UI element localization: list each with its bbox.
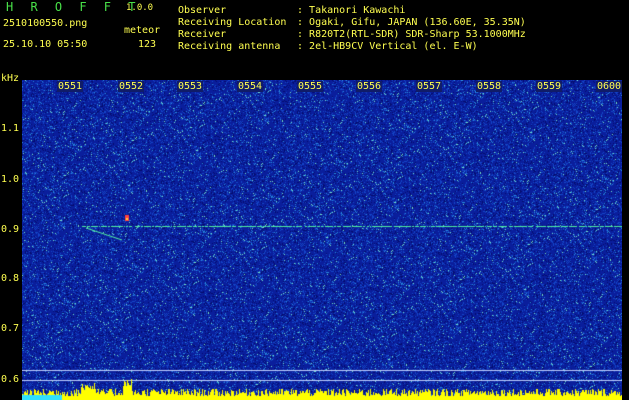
meteor-label: meteor <box>124 25 161 36</box>
x-tick-label: 0556 <box>356 81 383 92</box>
info-label: Receiver <box>178 29 227 40</box>
info-value: 2el-HB9CV Vertical (el. E-W) <box>309 41 478 52</box>
x-tick-label: 0554 <box>237 81 264 92</box>
info-row-location: Receiving Location: Ogaki, Gifu, JAPAN (… <box>178 17 526 28</box>
app-version: 1.0.0 <box>126 3 154 13</box>
x-tick-label: 0553 <box>177 81 204 92</box>
y-tick-label: 0.7 <box>1 323 20 334</box>
x-tick-label: 0551 <box>57 81 84 92</box>
x-tick-label: 0559 <box>536 81 563 92</box>
x-tick-label: 0552 <box>118 81 145 92</box>
info-row-observer: Observer: Takanori Kawachi <box>178 5 406 16</box>
y-tick-label: 1.0 <box>1 174 20 185</box>
file-name: 2510100550.png <box>3 18 88 29</box>
x-tick-label: 0557 <box>416 81 443 92</box>
x-tick-label: 0555 <box>297 81 324 92</box>
spectrogram <box>22 80 622 400</box>
y-tick-label: 0.6 <box>1 374 20 385</box>
x-tick-label: 0600 <box>596 81 623 92</box>
info-row-receiver: Receiver: R820T2(RTL-SDR) SDR-Sharp 53.1… <box>178 29 526 40</box>
app-title: H R O F F T <box>6 0 141 14</box>
y-tick-label: 0.9 <box>1 224 20 235</box>
meteor-count: 123 <box>138 39 157 50</box>
timestamp: 25.10.10 05:50 <box>3 39 88 50</box>
info-label: Observer <box>178 5 227 16</box>
y-axis-unit: kHz <box>1 73 20 84</box>
info-value: Takanori Kawachi <box>309 5 406 16</box>
info-label: Receiving Location <box>178 17 287 28</box>
info-value: Ogaki, Gifu, JAPAN (136.60E, 35.35N) <box>309 17 526 28</box>
info-value: R820T2(RTL-SDR) SDR-Sharp 53.1000MHz <box>309 29 526 40</box>
x-tick-label: 0558 <box>476 81 503 92</box>
info-label: Receiving antenna <box>178 41 281 52</box>
y-tick-label: 1.1 <box>1 123 20 134</box>
info-row-antenna: Receiving antenna: 2el-HB9CV Vertical (e… <box>178 41 478 52</box>
y-tick-label: 0.8 <box>1 273 20 284</box>
